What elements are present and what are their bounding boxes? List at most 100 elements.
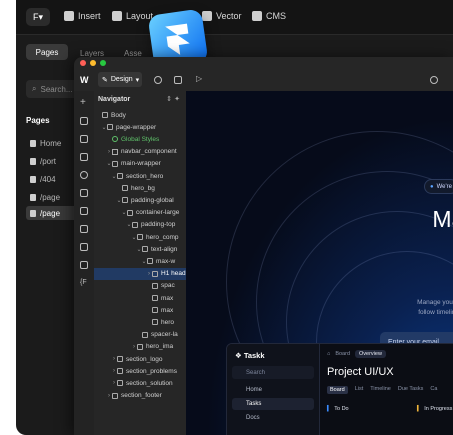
element-box-icon	[122, 197, 128, 204]
window-titlebar	[74, 57, 453, 69]
column-todo: ▍ To Do	[327, 406, 349, 412]
minimize-dot[interactable]	[90, 60, 96, 66]
box-icon[interactable]	[80, 261, 88, 269]
navigator-controls: ⇕ ✦	[166, 95, 180, 103]
taskk-tabs: Board List Timeline Due Tasks Ca	[327, 386, 437, 394]
element-box-icon	[122, 185, 128, 192]
tree-item-label: Body	[111, 111, 126, 119]
play-icon[interactable]: ▷	[196, 74, 204, 83]
home-icon: ⌂	[327, 351, 331, 357]
element-box-icon	[112, 160, 118, 167]
layout-label: Layout	[126, 11, 154, 21]
tree-item-label: section_hero	[126, 172, 164, 180]
fonts-icon[interactable]: {F	[80, 279, 88, 287]
design-mode-button[interactable]: ✎ Design ▾	[98, 72, 142, 87]
page-label: /page	[40, 192, 61, 202]
tree-item-label: hero_comp	[146, 233, 179, 241]
tab-calendar[interactable]: Ca	[430, 386, 437, 394]
tab-timeline[interactable]: Timeline	[370, 386, 391, 394]
tree-item-label: section_solution	[126, 379, 173, 387]
tree-item[interactable]: ⌄ main-wrapper	[94, 158, 198, 170]
hero-subtitle-line-2: follow timelines, ass	[418, 309, 453, 316]
taskk-search[interactable]: Search	[232, 366, 314, 379]
hero-subtitle: Manage your work, t follow timelines, as…	[366, 298, 453, 318]
taskk-nav-label: Docs	[246, 415, 260, 421]
column-label: In Progress	[424, 406, 453, 412]
insert-menu[interactable]: Insert	[64, 11, 101, 21]
cms-icon[interactable]	[80, 207, 88, 215]
framer-menu-button[interactable]: F▾	[26, 8, 50, 26]
tree-item-label: H1 head	[161, 270, 186, 278]
chart-icon[interactable]	[174, 76, 182, 84]
webflow-window: W ✎ Design ▾ ▷ + {F Navigator ⇕ ✦ Body ⌄ p…	[74, 57, 453, 435]
tree-item-label: padding-global	[131, 196, 174, 204]
element-box-icon	[117, 173, 123, 179]
tree-item[interactable]: Body	[94, 109, 188, 121]
styles-icon[interactable]	[80, 189, 88, 197]
tree-item[interactable]: ⌄ page-wrapper	[94, 121, 193, 133]
tree-item-label: hero_bg	[131, 184, 155, 192]
pin-icon[interactable]: ✦	[174, 96, 180, 103]
tree-item[interactable]: › navbar_component	[94, 146, 198, 158]
element-box-icon	[147, 258, 153, 265]
tree-item[interactable]: Global Styles	[94, 133, 198, 145]
cms-label: CMS	[266, 11, 286, 21]
breadcrumb-overview[interactable]: Overview	[355, 350, 386, 358]
tree-item-label: main-wrapper	[121, 160, 161, 168]
taskk-nav-tasks[interactable]: Tasks	[232, 398, 314, 410]
hero-title-line-2: One Pla	[336, 232, 453, 258]
tree-item-label: spac	[161, 282, 175, 290]
tab-pages[interactable]: Pages	[26, 44, 68, 60]
layout-icon	[112, 11, 122, 21]
apps-icon[interactable]	[80, 243, 88, 251]
element-box-icon	[137, 234, 143, 240]
taskk-nav-docs[interactable]: Docs	[232, 412, 314, 424]
element-box-icon	[117, 356, 123, 362]
tree-item-label: section_problems	[126, 367, 177, 375]
tree-item-label: hero	[161, 318, 175, 326]
page-label: Home	[40, 138, 62, 148]
components-icon[interactable]	[80, 153, 88, 161]
assets-icon[interactable]	[80, 225, 88, 233]
vector-label: Vector	[216, 11, 242, 21]
close-dot[interactable]	[80, 60, 86, 66]
hero-title: Manage A One Pla	[336, 206, 453, 258]
taskk-nav-home[interactable]: Home	[232, 384, 314, 396]
element-box-icon	[152, 270, 158, 277]
element-box-icon	[112, 392, 118, 399]
globe-icon	[112, 136, 118, 143]
taskk-app-preview: ❖ Taskk Search Home Tasks Docs ⌂ Board O…	[226, 343, 453, 435]
maximize-dot[interactable]	[100, 60, 106, 66]
navigator-icon[interactable]	[80, 135, 88, 143]
taskk-search-placeholder: Search	[246, 369, 266, 376]
navigator-panel: Navigator ⇕ ✦ Body ⌄ page-wrapper Global St…	[94, 91, 238, 435]
tab-due-tasks[interactable]: Due Tasks	[398, 386, 424, 394]
page-label: /404	[40, 174, 56, 184]
add-icon[interactable]: +	[80, 98, 88, 108]
variables-icon[interactable]	[80, 171, 88, 179]
taskk-project-title: Project UI/UX	[327, 366, 394, 378]
element-box-icon	[132, 221, 138, 228]
globe-icon[interactable]	[430, 76, 438, 84]
tree-item[interactable]: › section_footer	[94, 390, 198, 402]
insert-label: Insert	[78, 11, 101, 21]
tree-item-label: padding-top	[141, 221, 176, 229]
hero-tag-text: We're	[436, 183, 452, 190]
webflow-logo-icon[interactable]: W	[80, 75, 89, 85]
cms-menu[interactable]: CMS	[252, 11, 286, 21]
tab-list[interactable]: List	[355, 386, 364, 394]
tree-item-label: max-w	[156, 257, 176, 265]
hero-title-line-1: Manage A	[432, 206, 453, 232]
pages-icon[interactable]	[80, 117, 88, 125]
vector-menu[interactable]: Vector	[202, 11, 242, 21]
tab-board[interactable]: Board	[327, 386, 348, 394]
layout-menu[interactable]: Layout	[112, 11, 153, 21]
design-canvas[interactable]: ● We're Manage A One Pla Manage your wor…	[186, 91, 453, 435]
breadcrumb-board[interactable]: Board	[335, 351, 350, 357]
tree-item-label: max	[161, 306, 174, 314]
navigator-title: Navigator	[98, 96, 131, 103]
collapse-icon[interactable]: ⇕	[166, 96, 172, 103]
component-icon	[112, 148, 118, 155]
taskk-sidebar: ❖ Taskk Search Home Tasks Docs	[227, 344, 320, 435]
database-icon[interactable]	[154, 76, 162, 84]
